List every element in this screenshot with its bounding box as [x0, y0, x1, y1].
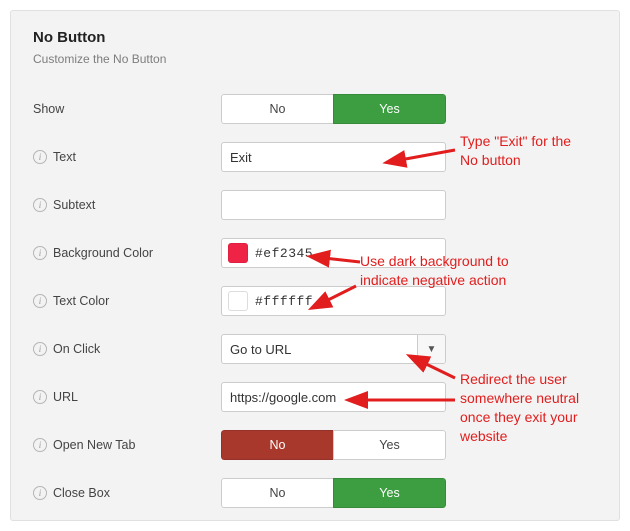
subtext-input[interactable]: [221, 190, 446, 220]
row-closebox: i Close Box No Yes: [33, 478, 597, 508]
toggle-newtab-no[interactable]: No: [221, 430, 333, 460]
info-icon[interactable]: i: [33, 390, 47, 404]
label-closebox: Close Box: [53, 486, 110, 500]
textcolor-value: #ffffff: [255, 294, 313, 309]
row-onclick: i On Click Go to URL ▼: [33, 334, 597, 364]
label-newtab: Open New Tab: [53, 438, 135, 452]
onclick-select[interactable]: Go to URL ▼: [221, 334, 446, 364]
toggle-closebox-yes[interactable]: Yes: [333, 478, 446, 508]
label-onclick: On Click: [53, 342, 100, 356]
label-text: Text: [53, 150, 76, 164]
label-subtext: Subtext: [53, 198, 95, 212]
bgcolor-swatch: [228, 243, 248, 263]
chevron-down-icon: ▼: [417, 335, 445, 363]
url-input[interactable]: [221, 382, 446, 412]
panel-subtitle: Customize the No Button: [33, 52, 597, 66]
toggle-newtab[interactable]: No Yes: [221, 430, 446, 460]
info-icon[interactable]: i: [33, 150, 47, 164]
info-icon[interactable]: i: [33, 438, 47, 452]
panel-title: No Button: [33, 29, 597, 46]
label-show: Show: [33, 102, 64, 116]
toggle-show-yes[interactable]: Yes: [333, 94, 446, 124]
row-subtext: i Subtext: [33, 190, 597, 220]
textcolor-swatch: [228, 291, 248, 311]
info-icon[interactable]: i: [33, 342, 47, 356]
label-url: URL: [53, 390, 78, 404]
info-icon[interactable]: i: [33, 246, 47, 260]
onclick-select-value: Go to URL: [222, 335, 417, 363]
info-icon[interactable]: i: [33, 294, 47, 308]
row-newtab: i Open New Tab No Yes: [33, 430, 597, 460]
no-button-panel: No Button Customize the No Button Show N…: [10, 10, 620, 521]
row-show: Show No Yes: [33, 94, 597, 124]
row-url: i URL: [33, 382, 597, 412]
row-textcolor: i Text Color #ffffff: [33, 286, 597, 316]
info-icon[interactable]: i: [33, 486, 47, 500]
label-bgcolor: Background Color: [53, 246, 153, 260]
label-textcolor: Text Color: [53, 294, 109, 308]
toggle-show-no[interactable]: No: [221, 94, 333, 124]
toggle-closebox[interactable]: No Yes: [221, 478, 446, 508]
info-icon[interactable]: i: [33, 198, 47, 212]
row-bgcolor: i Background Color #ef2345: [33, 238, 597, 268]
bgcolor-value: #ef2345: [255, 246, 313, 261]
toggle-closebox-no[interactable]: No: [221, 478, 333, 508]
bgcolor-field[interactable]: #ef2345: [221, 238, 446, 268]
toggle-show[interactable]: No Yes: [221, 94, 446, 124]
row-text: i Text: [33, 142, 597, 172]
toggle-newtab-yes[interactable]: Yes: [333, 430, 446, 460]
textcolor-field[interactable]: #ffffff: [221, 286, 446, 316]
text-input[interactable]: [221, 142, 446, 172]
